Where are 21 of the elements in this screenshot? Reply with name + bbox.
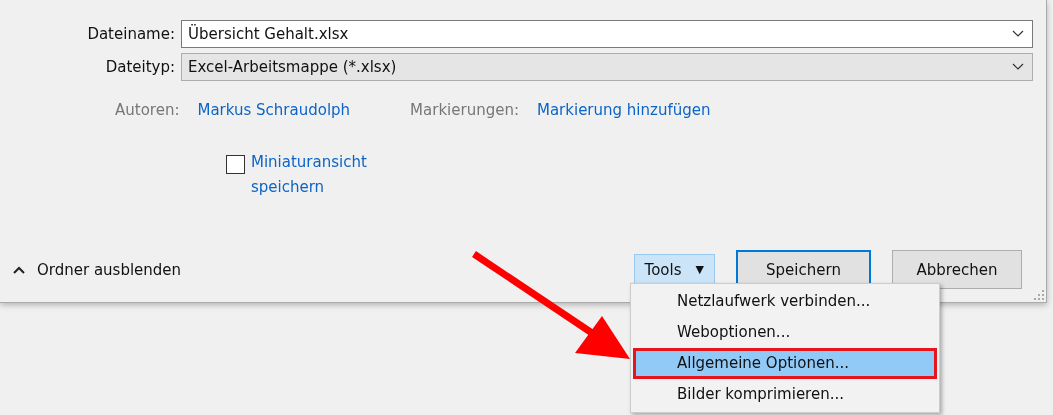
tools-button[interactable]: Tools ▼ [633, 253, 715, 286]
meta-link[interactable]: Markierung hinzufügen [537, 101, 711, 119]
menu-item[interactable]: Weboptionen... [633, 317, 937, 348]
chevron-down-icon [1012, 63, 1024, 71]
meta-label: Markierungen: [410, 101, 519, 119]
field-label: Dateiname: [86, 25, 176, 43]
checkbox-label[interactable]: Miniaturansicht speichern [251, 150, 391, 200]
checkbox[interactable] [226, 155, 245, 174]
combo-field[interactable]: Excel-Arbeitsmappe (*.xlsx) [181, 53, 1033, 81]
dialog-button[interactable]: Abbrechen [892, 250, 1022, 289]
combo-field[interactable]: Übersicht Gehalt.xlsx [181, 20, 1033, 48]
meta-label: Autoren: [115, 101, 180, 119]
chevron-up-icon [13, 265, 25, 274]
chevron-down-icon [1012, 30, 1024, 38]
field-label: Dateityp: [104, 58, 176, 76]
hide-folders-button[interactable]: Ordner ausblenden [13, 260, 182, 279]
menu-item[interactable]: Bilder komprimieren... [633, 379, 937, 410]
meta-link[interactable]: Markus Schraudolph [197, 101, 351, 119]
resize-grip-icon [1034, 290, 1044, 300]
menu-item[interactable]: Allgemeine Optionen... [633, 348, 937, 379]
menu-item[interactable]: Netzlaufwerk verbinden... [633, 286, 937, 317]
